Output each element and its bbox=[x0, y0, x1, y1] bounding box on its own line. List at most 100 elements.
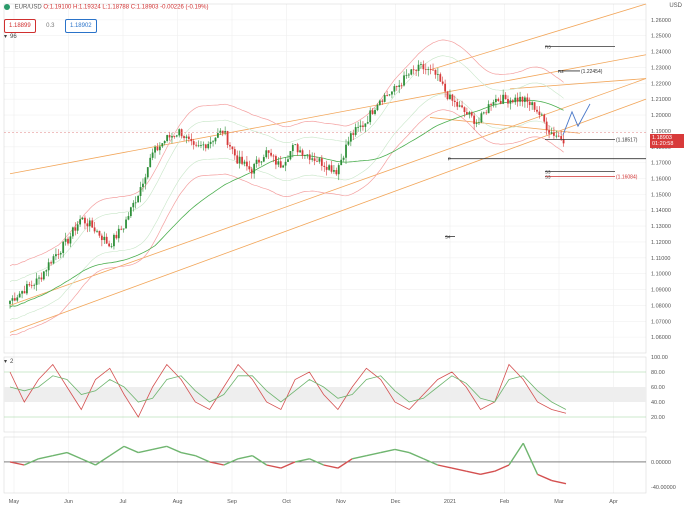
candle-body bbox=[333, 170, 335, 172]
candle-body bbox=[461, 105, 463, 108]
candle-body bbox=[502, 94, 505, 104]
osc-segment bbox=[394, 448, 410, 454]
candle-body bbox=[470, 112, 473, 116]
candle-body bbox=[311, 158, 314, 160]
candle-body bbox=[185, 136, 188, 139]
buy-button[interactable]: 1.18902 bbox=[64, 19, 97, 33]
candle-body bbox=[410, 69, 413, 75]
y-tick-label: 1.15000 bbox=[651, 192, 671, 198]
candle-body bbox=[393, 86, 396, 92]
candle-body bbox=[260, 161, 263, 163]
candle-body bbox=[412, 69, 415, 71]
candle-body bbox=[340, 159, 343, 166]
candle-body bbox=[352, 133, 355, 135]
currency-label: USD bbox=[669, 3, 682, 9]
candle-body bbox=[383, 95, 386, 102]
candle-body bbox=[229, 144, 231, 147]
candle-body bbox=[35, 278, 38, 285]
y-tick-label: 1.10000 bbox=[651, 272, 671, 278]
candle-body bbox=[55, 254, 57, 257]
candle-body bbox=[158, 146, 161, 151]
osc-segment bbox=[66, 451, 82, 460]
candle-body bbox=[345, 144, 347, 158]
candle-body bbox=[115, 234, 118, 239]
osc-segment bbox=[280, 461, 296, 469]
candle-body bbox=[275, 156, 277, 165]
osc-segment bbox=[95, 455, 111, 466]
candle-body bbox=[400, 85, 403, 87]
candle-body bbox=[328, 165, 330, 170]
candle-body bbox=[142, 183, 144, 188]
candle-body bbox=[417, 64, 420, 71]
stoch-tick-label: 100.00 bbox=[651, 355, 668, 361]
y-tick-label: 1.13000 bbox=[651, 224, 671, 230]
candle-body bbox=[57, 254, 60, 255]
pivot-price-label: (1.16084) bbox=[616, 175, 638, 181]
candle-body bbox=[195, 144, 198, 146]
candle-body bbox=[478, 122, 480, 124]
candle-body bbox=[436, 74, 439, 75]
candle-body bbox=[84, 217, 86, 224]
candle-body bbox=[279, 161, 282, 168]
candle-body bbox=[407, 74, 410, 76]
pivot-label: P bbox=[448, 157, 451, 162]
candle-body bbox=[120, 228, 123, 230]
candle-body bbox=[209, 141, 212, 144]
candle-body bbox=[139, 187, 142, 196]
stoch-tick-label: 60.00 bbox=[651, 385, 665, 391]
osc-segment bbox=[266, 464, 282, 469]
candle-body bbox=[497, 98, 500, 101]
candle-body bbox=[52, 256, 55, 264]
candle-body bbox=[347, 141, 350, 145]
candle-body bbox=[26, 284, 28, 294]
trade-buttons: 1.18899 0.3 1.18902 bbox=[4, 14, 99, 33]
candle-body bbox=[299, 150, 301, 153]
candle-body bbox=[74, 227, 77, 231]
main-indicator-legend[interactable]: ▾ 96 bbox=[4, 33, 17, 40]
candle-body bbox=[241, 156, 243, 164]
candle-body bbox=[296, 144, 299, 153]
candle-body bbox=[391, 91, 393, 95]
candle-body bbox=[221, 130, 224, 134]
candle-body bbox=[47, 262, 50, 271]
osc-segment bbox=[466, 470, 481, 476]
spread-label: 0.3 bbox=[42, 20, 59, 32]
candle-body bbox=[432, 69, 434, 71]
candle-body bbox=[342, 157, 345, 160]
projection-path-line bbox=[562, 103, 591, 136]
indicator-value: 96 bbox=[10, 34, 17, 40]
candle-body bbox=[91, 220, 94, 228]
candle-body bbox=[45, 270, 48, 272]
osc-segment bbox=[123, 445, 139, 454]
osc-segment bbox=[152, 445, 167, 451]
candle-body bbox=[524, 97, 526, 102]
candle-body bbox=[98, 230, 101, 236]
x-tick-label: Mar bbox=[554, 499, 564, 505]
candle-body bbox=[521, 96, 524, 102]
candle-body bbox=[161, 143, 164, 147]
osc-segment bbox=[408, 451, 424, 460]
pivot-price-label: (1.22454) bbox=[581, 69, 603, 75]
collapse-icon: ▾ bbox=[4, 359, 8, 365]
candle-body bbox=[197, 145, 200, 147]
sell-button[interactable]: 1.18899 bbox=[4, 19, 36, 33]
candle-body bbox=[381, 100, 384, 102]
candle-body bbox=[28, 284, 31, 286]
osc-segment bbox=[522, 442, 539, 475]
y-tick-label: 1.24000 bbox=[651, 50, 671, 56]
candle-body bbox=[304, 155, 306, 156]
candle-body bbox=[429, 69, 432, 70]
y-tick-label: 1.23000 bbox=[651, 65, 671, 71]
candle-body bbox=[233, 149, 236, 156]
candle-body bbox=[96, 230, 98, 232]
candle-body bbox=[294, 144, 297, 146]
candle-body bbox=[16, 297, 19, 301]
candle-body bbox=[103, 236, 106, 241]
candle-body bbox=[149, 157, 152, 168]
candle-body bbox=[364, 123, 367, 127]
candle-body bbox=[475, 122, 478, 124]
candle-body bbox=[420, 64, 422, 65]
pivot-label: S3 bbox=[545, 175, 551, 180]
candle-body bbox=[357, 126, 360, 128]
stoch-indicator-legend[interactable]: ▾ 2 bbox=[4, 358, 13, 365]
